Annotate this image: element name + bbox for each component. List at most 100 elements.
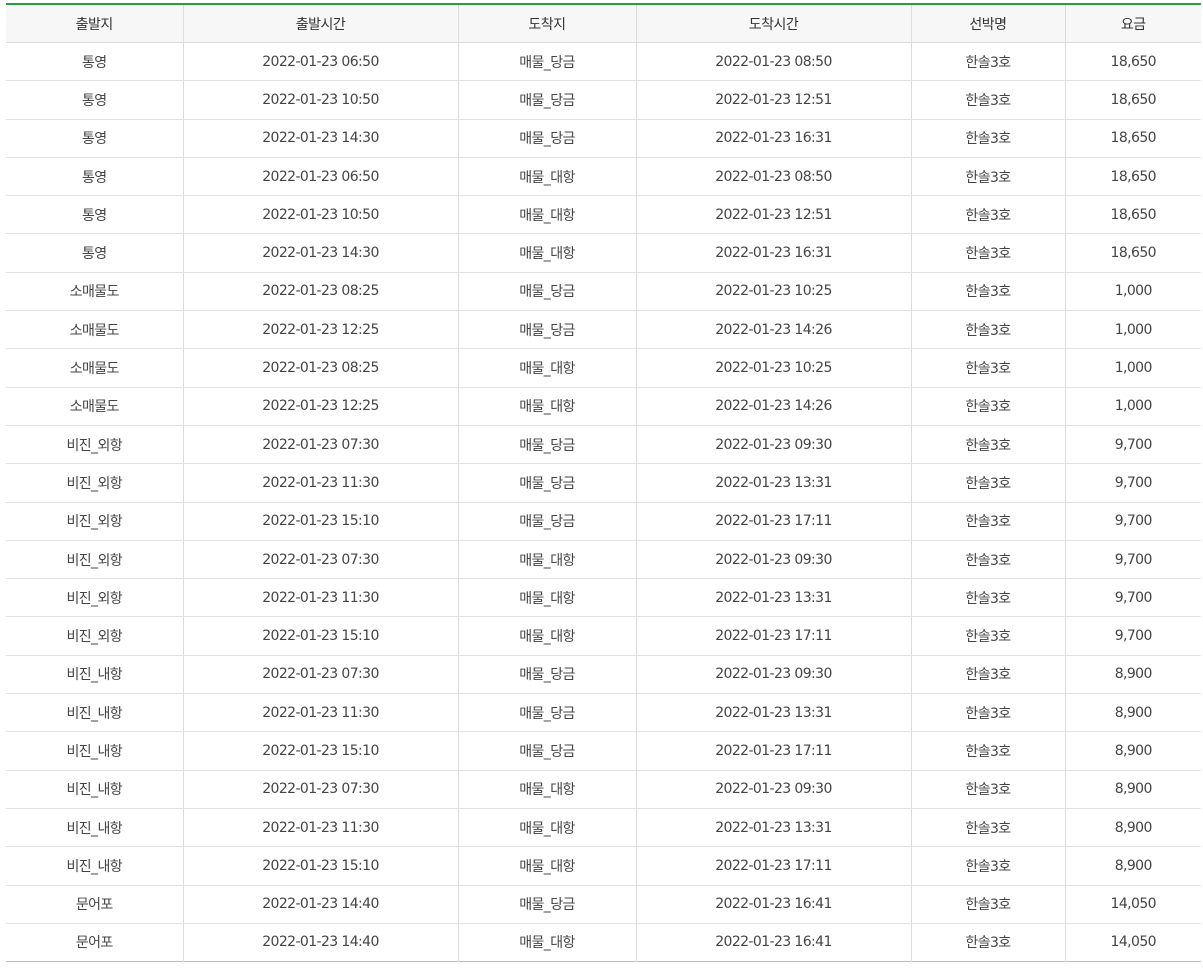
table-row: 통영 2022-01-23 06:50 매물_대항 2022-01-23 08:50 한… bbox=[6, 157, 1201, 197]
column-header-ship-name: 선박명 bbox=[910, 4, 1065, 43]
fare-cell: 1,000 bbox=[1064, 272, 1201, 312]
departure-time-cell: 2022-01-23 06:50 bbox=[182, 157, 458, 197]
departure-place-cell: 통영 bbox=[6, 157, 183, 197]
table-row: 문어포 2022-01-23 14:40 매물_대항 2022-01-23 16:41… bbox=[6, 923, 1201, 962]
departure-time-cell: 2022-01-23 11:30 bbox=[182, 578, 458, 618]
departure-time-cell: 2022-01-23 15:10 bbox=[182, 616, 458, 656]
table-body: 통영 2022-01-23 06:50 매물_당금 2022-01-23 08:50 한… bbox=[6, 42, 1201, 962]
fare-cell: 9,700 bbox=[1064, 578, 1201, 618]
fare-cell: 9,700 bbox=[1064, 463, 1201, 503]
departure-place-cell: 문어포 bbox=[75, 935, 113, 952]
departure-time-cell: 2022-01-23 15:10 bbox=[182, 731, 458, 771]
table-row: 비진_내항 2022-01-23 07:30 매물_당금 2022-01-23 09:… bbox=[6, 655, 1201, 695]
fare-cell: 1,000 bbox=[1064, 348, 1201, 388]
arrival-time-cell: 2022-01-23 09:30 bbox=[635, 540, 911, 580]
departure-place-cell: 소매물도 bbox=[6, 310, 183, 350]
arrival-place-cell: 매물_대항 bbox=[457, 846, 636, 886]
arrival-place-cell: 매물_대항 bbox=[457, 578, 636, 618]
ship-name-cell: 한솔3호 bbox=[910, 578, 1065, 618]
departure-time-cell: 2022-01-23 07:30 bbox=[182, 425, 458, 465]
arrival-time-cell: 2022-01-23 17:11 bbox=[635, 846, 911, 886]
ship-name-cell: 한솔3호 bbox=[910, 502, 1065, 541]
table-row: 비진_내항 2022-01-23 07:30 매물_대항 2022-01-23 09:… bbox=[6, 770, 1201, 809]
arrival-place-cell: 매물_당금 bbox=[457, 502, 636, 541]
departure-time-cell: 2022-01-23 11:30 bbox=[182, 808, 458, 848]
departure-place-cell: 소매물도 bbox=[6, 387, 183, 426]
departure-time-cell: 2022-01-23 14:40 bbox=[182, 923, 458, 962]
table-row: 비진_외항 2022-01-23 07:30 매물_대항 2022-01-23 09:… bbox=[6, 540, 1201, 580]
arrival-time-cell: 2022-01-23 13:31 bbox=[635, 808, 911, 848]
arrival-place-cell: 매물_당금 bbox=[457, 80, 636, 120]
arrival-time-cell: 2022-01-23 12:51 bbox=[635, 195, 911, 235]
arrival-time-cell: 2022-01-23 10:25 bbox=[635, 348, 911, 388]
ferry-schedule-table: 출발지 출발시간 도착지 도착시간 선박명 요금 통영 2022-01-23 06… bbox=[6, 3, 1201, 963]
ship-name-cell: 한솔3호 bbox=[910, 348, 1065, 388]
table-row: 비진_내항 2022-01-23 11:30 매물_당금 2022-01-23 13:… bbox=[6, 693, 1201, 733]
departure-time-cell: 2022-01-23 06:50 bbox=[182, 42, 458, 82]
ship-name-cell: 한솔3호 bbox=[910, 195, 1065, 235]
arrival-place-cell: 매물_당금 bbox=[457, 425, 636, 465]
departure-time-cell: 2022-01-23 14:30 bbox=[182, 233, 458, 273]
table-row: 비진_외항 2022-01-23 07:30 매물_당금 2022-01-23 09:… bbox=[6, 425, 1201, 465]
ship-name-cell: 한솔3호 bbox=[910, 808, 1065, 848]
arrival-place-cell: 매물_당금 bbox=[457, 42, 636, 82]
arrival-place-cell: 매물_대항 bbox=[457, 770, 636, 809]
departure-time-cell: 2022-01-23 07:30 bbox=[182, 540, 458, 580]
fare-cell: 1,000 bbox=[1064, 310, 1201, 350]
table-row: 통영 2022-01-23 06:50 매물_당금 2022-01-23 08:50 한… bbox=[6, 42, 1201, 82]
ship-name-cell: 한솔3호 bbox=[910, 310, 1065, 350]
ship-name-cell: 한솔3호 bbox=[910, 272, 1065, 312]
arrival-time-cell: 2022-01-23 14:26 bbox=[635, 387, 911, 426]
arrival-place-cell: 매물_당금 bbox=[457, 119, 636, 158]
arrival-place-cell: 매물_당금 bbox=[457, 885, 636, 924]
arrival-time-cell: 2022-01-23 14:26 bbox=[635, 310, 911, 350]
departure-place-cell: 통영 bbox=[6, 233, 183, 273]
arrival-time-cell: 2022-01-23 13:31 bbox=[635, 578, 911, 618]
arrival-time-cell: 2022-01-23 12:51 bbox=[635, 80, 911, 120]
ship-name-cell: 한솔3호 bbox=[910, 885, 1065, 924]
fare-cell: 18,650 bbox=[1064, 195, 1201, 235]
arrival-time-cell: 2022-01-23 17:11 bbox=[635, 502, 911, 541]
arrival-place-cell: 매물_대항 bbox=[457, 616, 636, 656]
ship-name-cell: 한솔3호 bbox=[910, 463, 1065, 503]
arrival-time-cell: 2022-01-23 10:25 bbox=[635, 272, 911, 312]
fare-cell: 9,700 bbox=[1064, 540, 1201, 580]
fare-cell: 18,650 bbox=[1064, 119, 1201, 158]
departure-time-cell: 2022-01-23 12:25 bbox=[182, 387, 458, 426]
departure-place-cell: 비진_내항 bbox=[6, 731, 183, 771]
column-header-arrival-place: 도착지 bbox=[457, 4, 636, 43]
arrival-time-cell: 2022-01-23 16:41 bbox=[635, 885, 911, 924]
schedule-table-container: 출발지 출발시간 도착지 도착시간 선박명 요금 통영 2022-01-23 06… bbox=[6, 3, 1201, 963]
departure-place-cell: 비진_내항 bbox=[6, 655, 183, 695]
ship-name-cell: 한솔3호 bbox=[910, 731, 1065, 771]
column-header-departure-time: 출발시간 bbox=[182, 4, 458, 43]
ship-name-cell: 한솔3호 bbox=[910, 157, 1065, 197]
ship-name-cell: 한솔3호 bbox=[910, 425, 1065, 465]
table-row: 비진_내항 2022-01-23 15:10 매물_대항 2022-01-23 17:… bbox=[6, 846, 1201, 886]
arrival-place-cell: 매물_당금 bbox=[457, 693, 636, 733]
fare-cell: 8,900 bbox=[1064, 693, 1201, 733]
departure-place-cell: 비진_외항 bbox=[6, 425, 183, 465]
fare-cell: 14,050 bbox=[1064, 923, 1201, 962]
fare-cell: 1,000 bbox=[1064, 387, 1201, 426]
departure-time-cell: 2022-01-23 14:40 bbox=[182, 885, 458, 924]
departure-place-cell: 비진_외항 bbox=[6, 578, 183, 618]
column-header-arrival-time: 도착시간 bbox=[635, 4, 911, 43]
departure-time-cell: 2022-01-23 15:10 bbox=[182, 846, 458, 886]
ship-name-cell: 한솔3호 bbox=[910, 693, 1065, 733]
arrival-place-cell: 매물_대항 bbox=[457, 157, 636, 197]
departure-time-cell: 2022-01-23 11:30 bbox=[182, 693, 458, 733]
table-row: 비진_외항 2022-01-23 15:10 매물_대항 2022-01-23 17:… bbox=[6, 616, 1201, 656]
departure-place-cell: 문어포 bbox=[6, 885, 183, 924]
fare-cell: 8,900 bbox=[1064, 770, 1201, 809]
table-row: 비진_내항 2022-01-23 11:30 매물_대항 2022-01-23 13:… bbox=[6, 808, 1201, 848]
arrival-place-cell: 매물_대항 bbox=[457, 923, 636, 962]
column-header-fare: 요금 bbox=[1064, 4, 1201, 43]
departure-place-cell: 통영 bbox=[6, 42, 183, 82]
arrival-place-cell: 매물_대항 bbox=[457, 195, 636, 235]
departure-time-cell: 2022-01-23 12:25 bbox=[182, 310, 458, 350]
arrival-time-cell: 2022-01-23 16:31 bbox=[635, 233, 911, 273]
arrival-time-cell: 2022-01-23 09:30 bbox=[635, 655, 911, 695]
arrival-place-cell: 매물_당금 bbox=[457, 310, 636, 350]
departure-place-cell: 비진_외항 bbox=[6, 616, 183, 656]
